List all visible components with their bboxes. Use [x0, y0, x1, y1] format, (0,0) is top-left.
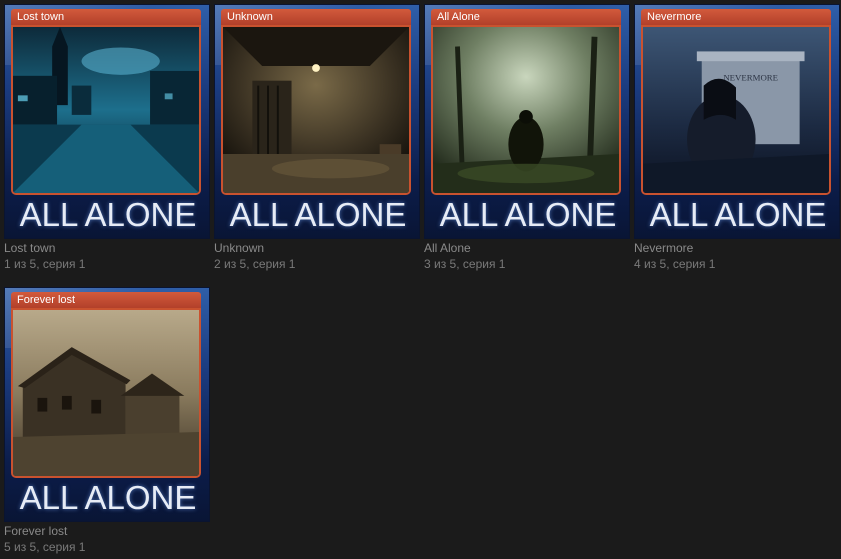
card-name: Lost town: [4, 241, 56, 255]
trading-card-item[interactable]: Forever lost ALL ALONE Forever lost 5 из…: [4, 287, 210, 555]
card-artwork-nevermore: NEVERMORE: [641, 25, 831, 195]
card-artwork-all-alone: [431, 25, 621, 195]
nevermore-headstone-text: NEVERMORE: [723, 73, 778, 83]
card-brand-text: ALL ALONE: [19, 479, 197, 516]
card-brand-text: ALL ALONE: [439, 196, 617, 233]
card-series-info: 2 из 5, серия 1: [214, 257, 296, 271]
trading-card[interactable]: Lost town ALL ALONE: [4, 4, 210, 239]
trading-card-item[interactable]: Unknown ALL ALONE Unknown 2 из 5, серия …: [214, 4, 420, 272]
card-name: Unknown: [214, 241, 265, 255]
trading-card-item[interactable]: Nevermore NEVERMORE ALL ALONE Nevermore …: [634, 4, 840, 272]
card-series-info: 1 из 5, серия 1: [4, 257, 86, 271]
trading-card[interactable]: All Alone ALL ALONE: [424, 4, 630, 239]
card-artwork-unknown: [221, 25, 411, 195]
card-name: Forever lost: [4, 524, 68, 538]
card-series-info: 4 из 5, серия 1: [634, 257, 716, 271]
trading-card-item[interactable]: All Alone ALL ALONE All Alone 3 из 5, се…: [424, 4, 630, 272]
card-title: Forever lost: [11, 292, 201, 308]
trading-card[interactable]: Unknown ALL ALONE: [214, 4, 420, 239]
card-artwork-lost-town: [11, 25, 201, 195]
card-title: Unknown: [221, 9, 411, 25]
card-name: All Alone: [424, 241, 471, 255]
trading-card-grid: Lost town ALL ALONE Lost town 1 из 5, се…: [0, 0, 841, 559]
card-artwork-forever-lost: [11, 308, 201, 478]
trading-card[interactable]: Forever lost ALL ALONE: [4, 287, 210, 522]
card-brand-text: ALL ALONE: [229, 196, 407, 233]
card-brand-text: ALL ALONE: [19, 196, 197, 233]
card-title: All Alone: [431, 9, 621, 25]
card-name: Nevermore: [634, 241, 694, 255]
card-title: Nevermore: [641, 9, 831, 25]
card-series-info: 3 из 5, серия 1: [424, 257, 506, 271]
trading-card[interactable]: Nevermore NEVERMORE ALL ALONE: [634, 4, 840, 239]
card-title: Lost town: [11, 9, 201, 25]
card-series-info: 5 из 5, серия 1: [4, 540, 86, 554]
card-brand-text: ALL ALONE: [649, 196, 827, 233]
trading-card-item[interactable]: Lost town ALL ALONE Lost town 1 из 5, се…: [4, 4, 210, 272]
